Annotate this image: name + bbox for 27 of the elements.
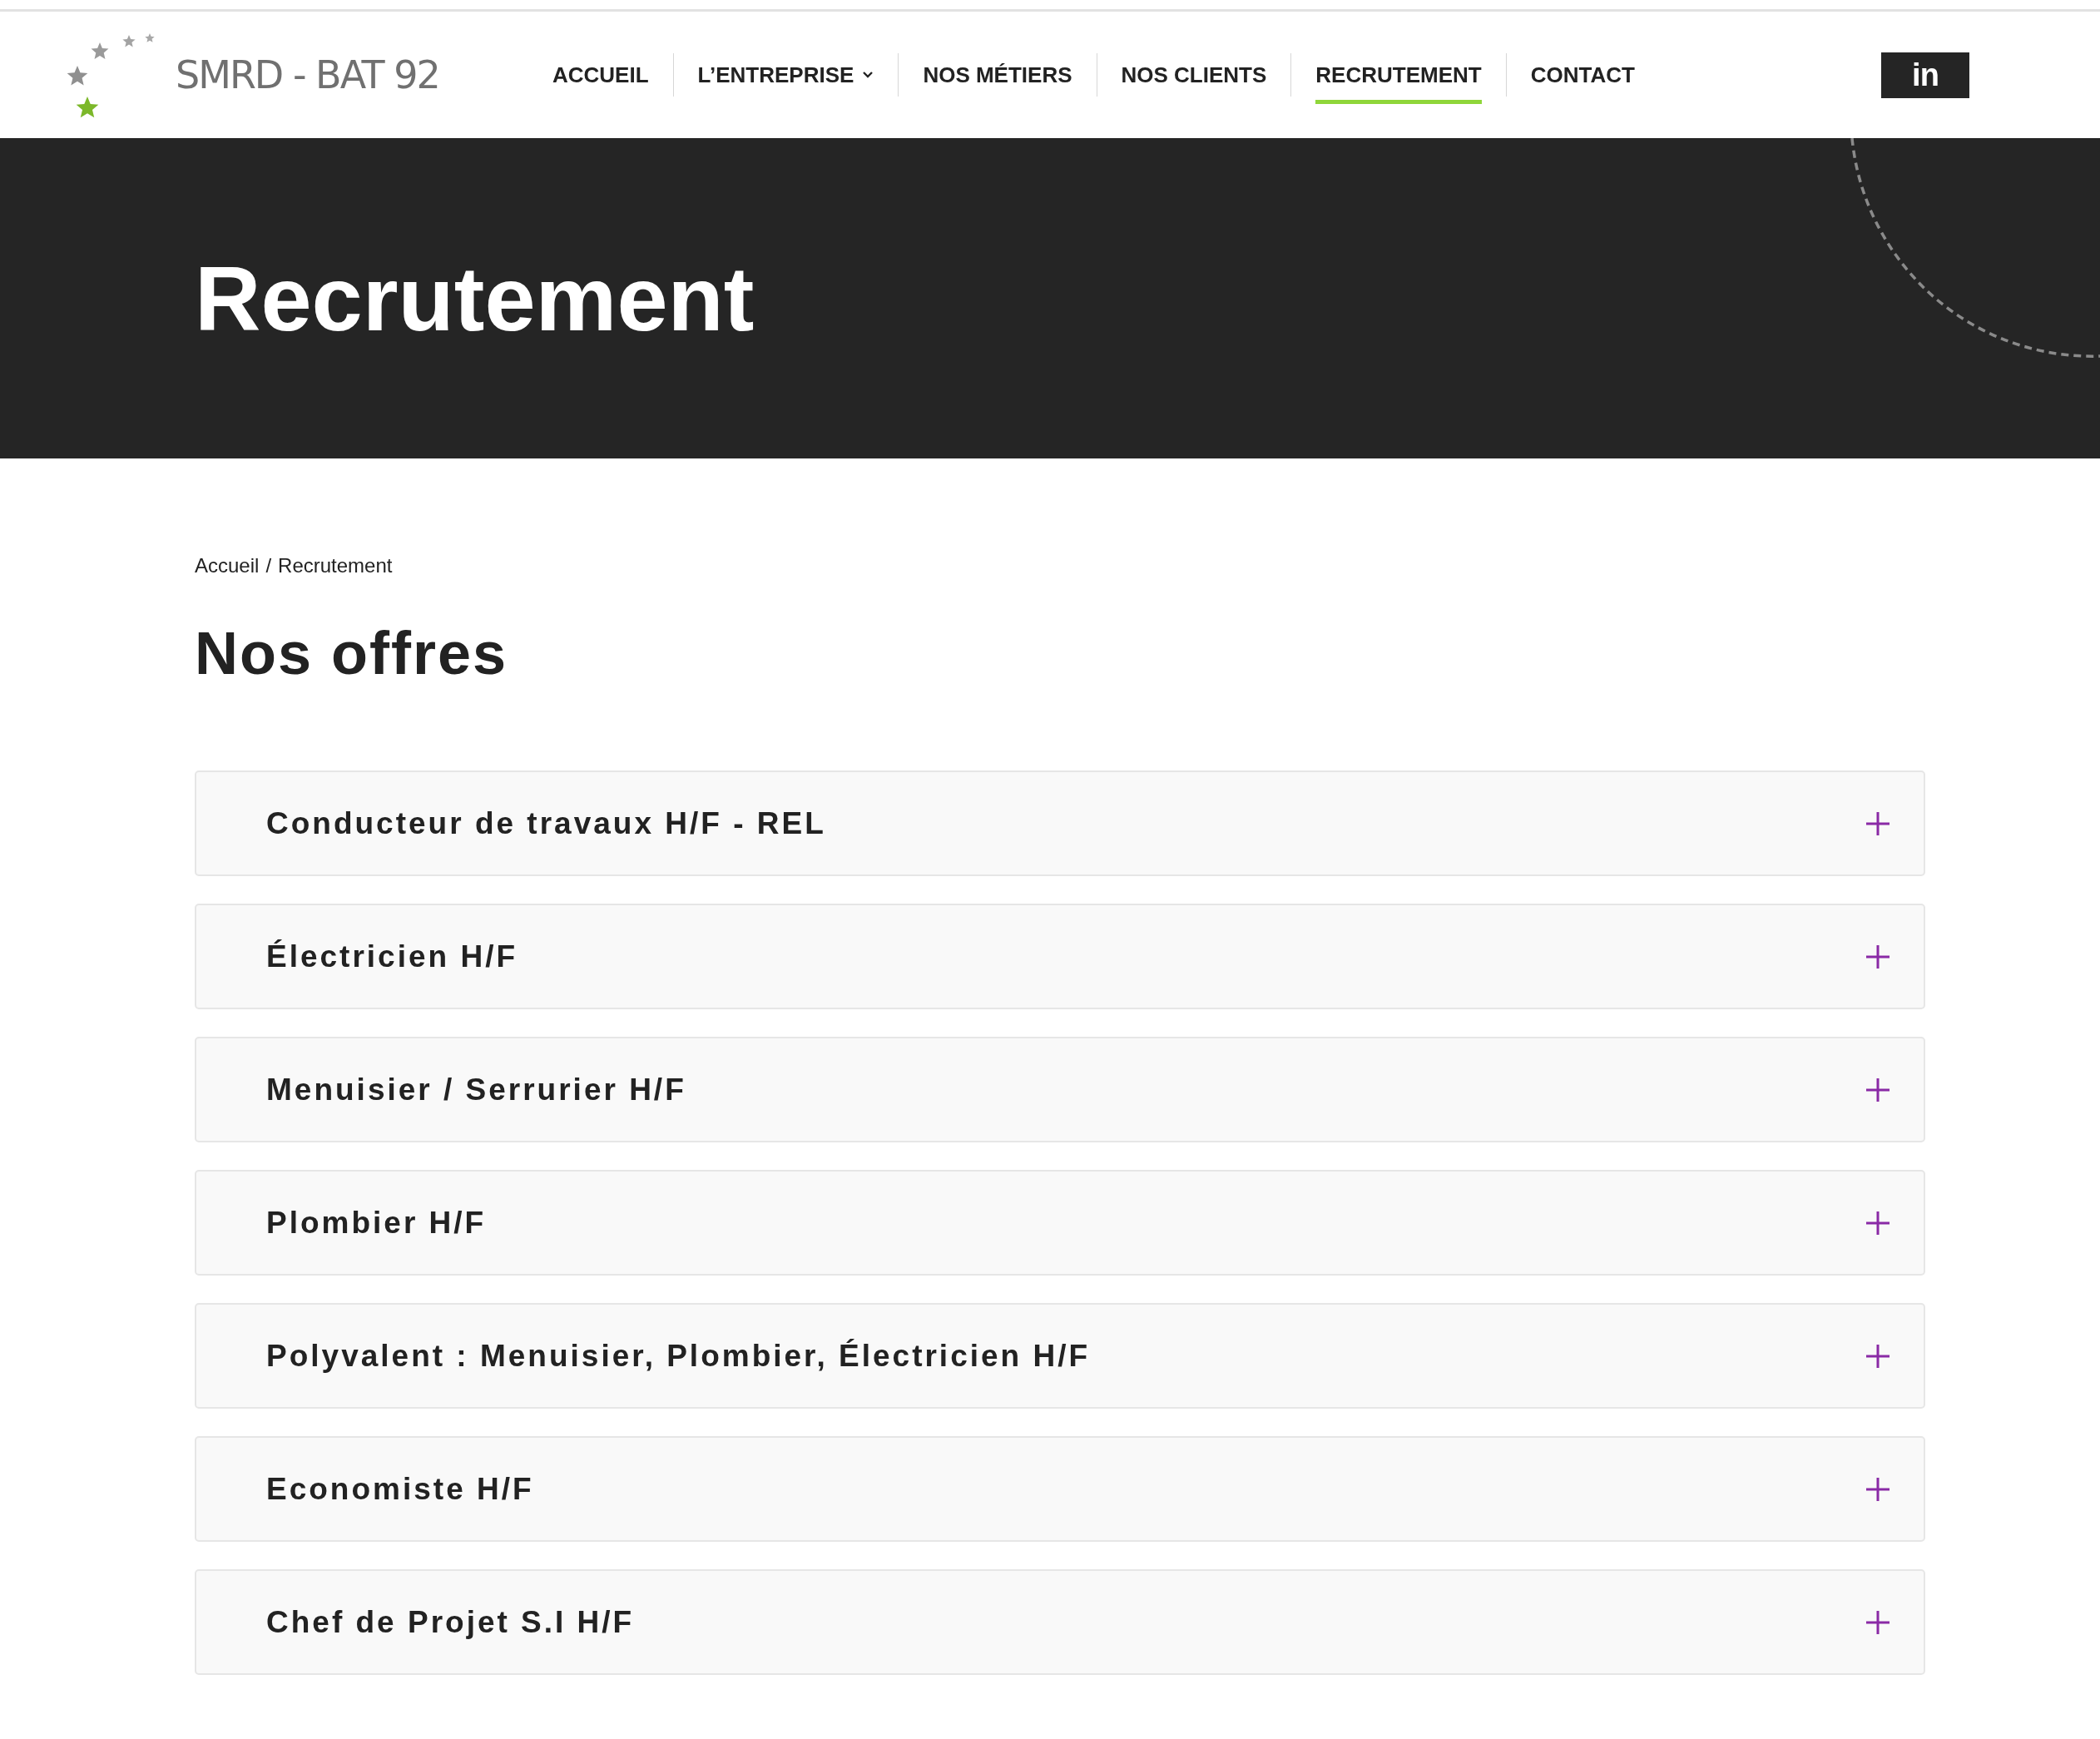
section-title: Nos offres [195,619,509,687]
job-title: Economiste H/F [266,1471,534,1507]
job-offer-toggle[interactable]: Economiste H/F [195,1436,1925,1542]
job-title: Polyvalent : Menuisier, Plombier, Électricien H/F [266,1338,1091,1374]
job-title: Électricien H/F [266,939,518,974]
breadcrumb-link[interactable]: Accueil [195,554,260,577]
linkedin-button[interactable]: in [1881,52,1969,98]
nav-link[interactable]: NOS CLIENTS [1121,50,1267,104]
job-title: Menuisier / Serrurier H/F [266,1072,686,1107]
job-title: Chef de Projet S.I H/F [266,1604,635,1640]
nav-link[interactable]: RECRUTEMENT [1315,50,1482,104]
page-title: Recrutement [195,246,755,351]
logo-text[interactable]: SMRD - BAT 92 [176,52,439,97]
job-offer-toggle[interactable]: Plombier H/F [195,1170,1925,1276]
job-title: Plombier H/F [266,1205,487,1241]
nav-link[interactable]: CONTACT [1530,50,1635,104]
job-offer-toggle[interactable]: Chef de Projet S.I H/F [195,1569,1925,1675]
job-offer-toggle[interactable]: Polyvalent : Menuisier, Plombier, Électricien H/F [195,1303,1925,1409]
job-offer-toggle[interactable]: Conducteur de travaux H/F - REL [195,770,1925,876]
breadcrumb-current: Recrutement [278,554,393,577]
job-offer-toggle[interactable]: Électricien H/F [195,904,1925,1009]
job-title: Conducteur de travaux H/F - REL [266,805,826,841]
nav-link[interactable]: NOS MÉTIERS [923,50,1072,104]
breadcrumb-separator: / [265,554,272,577]
nav-link[interactable]: L’ENTREPRISE [697,50,874,104]
nav-link[interactable]: ACCUEIL [552,50,649,104]
job-offer-toggle[interactable]: Menuisier / Serrurier H/F [195,1037,1925,1142]
